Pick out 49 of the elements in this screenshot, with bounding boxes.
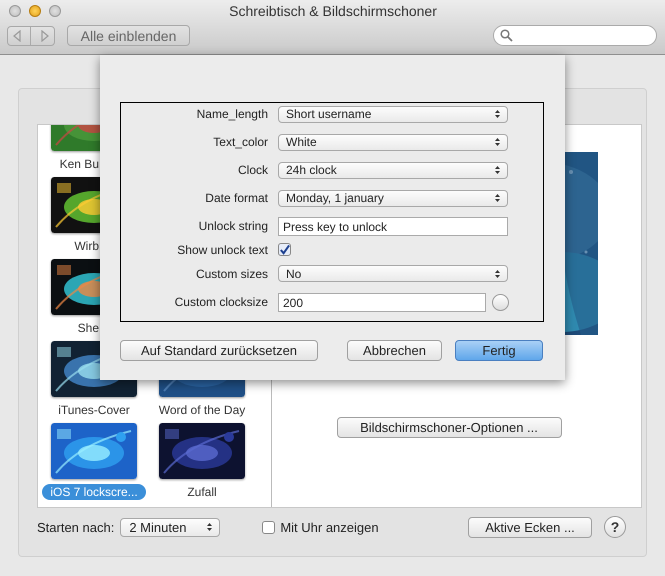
restore-defaults-button[interactable]: Auf Standard zurücksetzen	[120, 340, 318, 361]
screensaver-item[interactable]: Wirb	[51, 238, 99, 254]
back-forward-control[interactable]	[7, 26, 55, 46]
help-button[interactable]: ?	[604, 516, 626, 538]
window-title: Schreibtisch & Bildschirmschoner	[228, 3, 438, 19]
minimize-window-button[interactable]	[29, 5, 41, 17]
zoom-window-button[interactable]	[49, 5, 61, 17]
updown-arrows-icon	[206, 522, 214, 532]
option-select[interactable]: 24h clock	[278, 162, 508, 178]
start-after-select[interactable]: 2 Minuten	[120, 518, 220, 536]
close-window-button[interactable]	[9, 5, 21, 17]
back-icon[interactable]	[12, 30, 22, 42]
option-label: Custom sizes	[194, 266, 268, 280]
search-field[interactable]	[493, 25, 657, 46]
start-after-label: Starten nach:	[37, 520, 114, 534]
option-checkbox[interactable]	[278, 243, 291, 256]
stepper-knob[interactable]	[492, 294, 509, 310]
screensaver-item[interactable]: Word of the Day	[150, 402, 254, 418]
search-icon	[500, 29, 513, 42]
option-label: Clock	[236, 163, 268, 177]
number-field[interactable]: 200	[278, 292, 486, 312]
option-label: Show unlock text	[176, 242, 268, 256]
screensaver-item[interactable]: iTunes-Cover	[50, 402, 138, 418]
screensaver-options-button[interactable]: Bildschirmschoner-Optionen ...	[336, 417, 562, 438]
option-select[interactable]: No	[278, 265, 508, 282]
show-all-button[interactable]: Alle einblenden	[67, 25, 190, 46]
show-clock-label: Mit Uhr anzeigen	[280, 520, 379, 534]
updown-arrows-icon	[494, 137, 501, 147]
cancel-button[interactable]: Abbrechen	[347, 340, 442, 361]
option-select[interactable]: Monday, 1 january	[278, 190, 508, 206]
option-label: Text_color	[212, 135, 268, 149]
option-select[interactable]: White	[278, 134, 508, 150]
option-label: Custom clocksize	[174, 295, 268, 309]
forward-icon[interactable]	[40, 30, 50, 42]
screensaver-item[interactable]: She	[51, 320, 99, 336]
option-label: Name_length	[196, 107, 268, 121]
screensaver-item[interactable]: Ken Bu	[51, 156, 99, 172]
screensaver-item[interactable]: Zufall	[179, 484, 225, 500]
hot-corners-button[interactable]: Aktive Ecken ...	[468, 516, 592, 538]
text-field[interactable]: Press key to unlock	[278, 216, 508, 236]
updown-arrows-icon	[494, 268, 501, 278]
option-label: Date format	[204, 191, 268, 205]
updown-arrows-icon	[494, 165, 501, 175]
show-clock-checkbox[interactable]	[262, 520, 276, 534]
updown-arrows-icon	[494, 109, 501, 119]
option-select[interactable]: Short username	[278, 106, 508, 122]
done-button[interactable]: Fertig	[455, 340, 543, 361]
updown-arrows-icon	[494, 193, 501, 203]
option-label: Unlock string	[198, 219, 268, 233]
